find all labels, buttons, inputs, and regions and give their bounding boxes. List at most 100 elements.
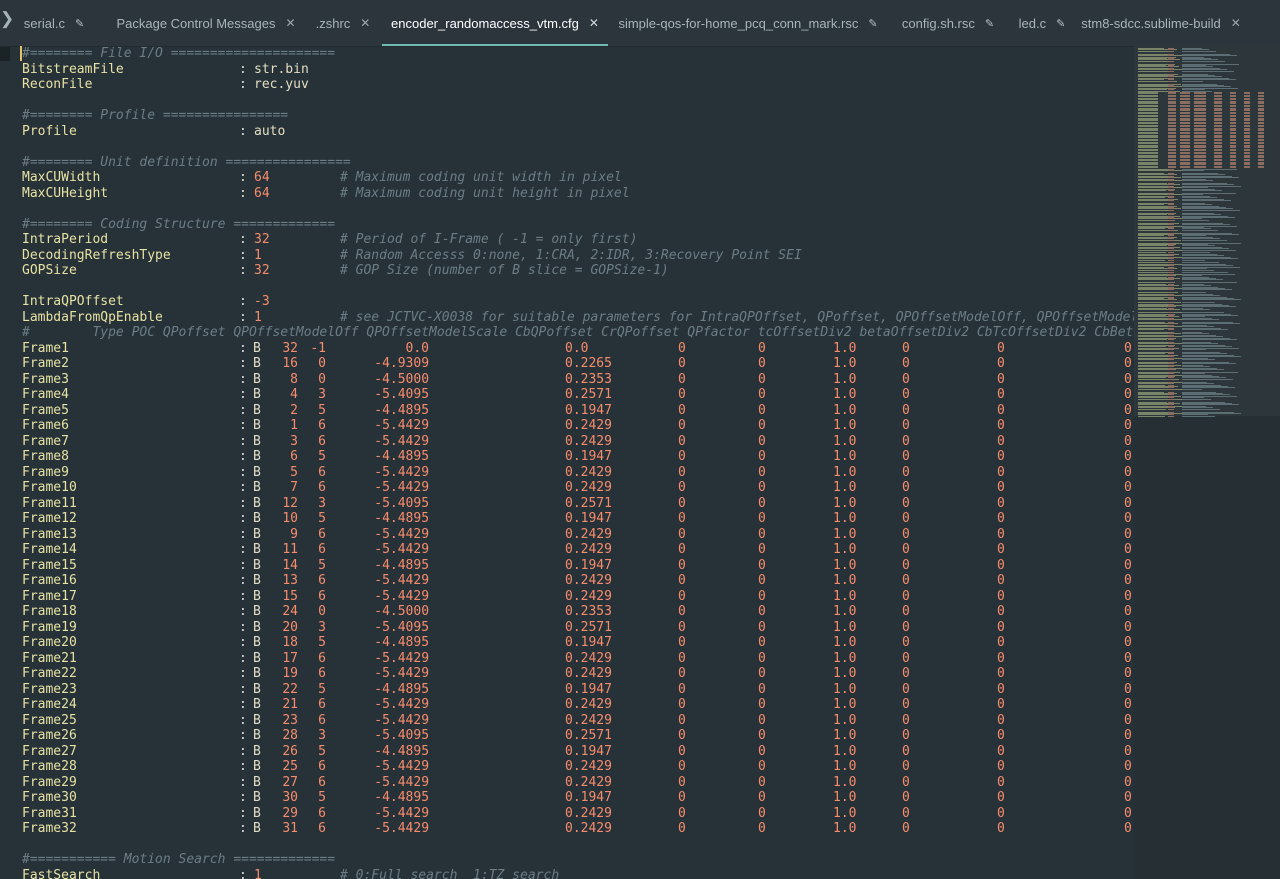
frame-zero-4: 0 xyxy=(1124,666,1132,681)
frame-model-scale: -4.5000 xyxy=(374,371,430,387)
close-icon[interactable]: ✕ xyxy=(285,16,295,30)
tab-config-sh-rsc[interactable]: config.sh.rsc ✎ xyxy=(888,0,1008,46)
frame-colon: : xyxy=(239,681,247,697)
frame-poc: 4 xyxy=(290,387,298,402)
minimap-line xyxy=(1182,239,1227,241)
frame-zero-2: 0 xyxy=(902,743,910,759)
tab-encoder-randomaccess-vtm-cfg[interactable]: encoder_randomaccess_vtm.cfg ✕ xyxy=(382,0,608,46)
frame-zero-2: 0 xyxy=(902,712,910,728)
frame-qpoffset: 5 xyxy=(318,635,326,650)
frame-zero-0: 0 xyxy=(678,480,686,495)
frame-poc: 24 xyxy=(282,604,299,619)
frame-colon: : xyxy=(239,464,247,480)
frame-zero-4: 0 xyxy=(1124,557,1132,573)
minimap-line xyxy=(1138,408,1166,410)
frame-colon: : xyxy=(239,743,247,759)
minimap[interactable] xyxy=(1134,46,1280,879)
frame-beta: 1.0 xyxy=(833,604,857,619)
frame-poc: 9 xyxy=(290,526,298,542)
frame-type: B xyxy=(253,511,261,526)
frame-zero-1: 0 xyxy=(758,743,766,759)
frame-zero-1: 0 xyxy=(758,805,766,821)
frame-beta: 1.0 xyxy=(833,681,857,697)
frame-qpfactor: 0.2429 xyxy=(565,433,612,449)
frame-zero-1: 0 xyxy=(758,542,766,557)
tab-led-c[interactable]: led.c ✎ xyxy=(1008,0,1076,46)
frame-poc: 21 xyxy=(282,697,299,712)
tab-package-control-messages[interactable]: Package Control Messages ✕ xyxy=(108,0,304,46)
frame-zero-3: 0 xyxy=(997,511,1005,526)
minimap-line xyxy=(1168,70,1174,72)
tab--zshrc[interactable]: .zshrc ✕ xyxy=(304,0,382,46)
minimap-line xyxy=(1182,398,1211,400)
frame-model-scale: -4.9309 xyxy=(374,356,430,371)
tab-serial-c[interactable]: serial.c ✎ xyxy=(0,0,108,46)
frame-beta: 1.0 xyxy=(833,666,857,681)
frame-zero-0: 0 xyxy=(678,697,686,712)
setting-comment: # see JCTVC-X0038 for suitable parameter… xyxy=(340,309,1134,325)
frame-zero-2: 0 xyxy=(902,433,910,449)
close-icon[interactable]: ✕ xyxy=(360,16,370,30)
frame-model-scale: -5.4095 xyxy=(374,495,430,511)
frame-qpoffset: 6 xyxy=(318,588,326,604)
frame-zero-4: 0 xyxy=(1124,495,1132,511)
frame-beta: 1.0 xyxy=(833,480,857,495)
minimap-line xyxy=(1138,339,1167,341)
setting-value: auto xyxy=(254,123,286,139)
frame-poc: 23 xyxy=(282,712,299,728)
minimap-line xyxy=(1182,368,1224,370)
frame-zero-3: 0 xyxy=(997,588,1005,604)
frame-type: B xyxy=(253,464,261,480)
frame-type: B xyxy=(253,743,261,759)
frame-name: Frame22 xyxy=(22,666,77,681)
frame-colon: : xyxy=(239,371,247,387)
frame-type: B xyxy=(253,402,261,418)
close-icon[interactable]: ✕ xyxy=(589,16,599,30)
tab-label: stm8-sdcc.sublime-build xyxy=(1081,15,1221,31)
frame-zero-1: 0 xyxy=(758,712,766,728)
frame-model-scale: -5.4429 xyxy=(374,433,430,449)
minimap-line xyxy=(1182,378,1233,380)
frame-zero-0: 0 xyxy=(678,666,686,681)
code-editor[interactable]: #======== File I/O =====================… xyxy=(0,46,1134,879)
close-icon[interactable]: ✕ xyxy=(1231,16,1241,30)
frame-type: B xyxy=(253,542,261,557)
frame-beta: 1.0 xyxy=(833,340,857,356)
frame-qpfactor: 0.2429 xyxy=(565,573,612,588)
tab-bar: ❯ serial.c ✎ Package Control Messages ✕ .zsh… xyxy=(0,0,1280,47)
frame-name: Frame23 xyxy=(22,681,77,697)
frame-model-scale: 0.0 xyxy=(405,340,430,356)
frame-poc: 31 xyxy=(282,821,299,836)
frame-zero-1: 0 xyxy=(758,635,766,650)
frame-zero-2: 0 xyxy=(902,371,910,387)
minimap-line xyxy=(1182,349,1206,351)
frame-poc: 18 xyxy=(282,635,299,650)
frame-zero-2: 0 xyxy=(902,495,910,511)
tab-stm8-sdcc-sublime-build[interactable]: stm8-sdcc.sublime-build ✕ xyxy=(1076,0,1246,46)
setting-key: DecodingRefreshType xyxy=(22,247,171,263)
frame-qpfactor: 0.2353 xyxy=(565,371,612,387)
frame-qpoffset: 6 xyxy=(318,526,326,542)
frame-zero-3: 0 xyxy=(997,821,1005,836)
minimap-line xyxy=(1182,180,1213,182)
minimap-line xyxy=(1182,80,1203,82)
tab-simple-qos-for-home-pcq-conn-mark-rsc[interactable]: simple-qos-for-home_pcq_conn_mark.rsc ✎ xyxy=(608,0,888,46)
frame-beta: 1.0 xyxy=(833,449,857,464)
frame-beta: 1.0 xyxy=(833,526,857,542)
frame-colon: : xyxy=(239,387,247,402)
frame-zero-2: 0 xyxy=(902,681,910,697)
frame-qpfactor: 0.1947 xyxy=(565,681,612,697)
frame-beta: 1.0 xyxy=(833,712,857,728)
frame-beta: 1.0 xyxy=(833,588,857,604)
frame-name: Frame1 xyxy=(22,340,69,356)
frame-zero-1: 0 xyxy=(758,666,766,681)
setting-value: 32 xyxy=(254,263,270,278)
frame-qpoffset: 3 xyxy=(318,619,326,635)
frame-qpfactor: 0.2571 xyxy=(565,387,612,402)
frame-zero-0: 0 xyxy=(678,635,686,650)
frame-poc: 26 xyxy=(282,743,299,759)
minimap-line xyxy=(1182,299,1241,301)
frame-zero-3: 0 xyxy=(997,805,1005,821)
frame-zero-0: 0 xyxy=(678,402,686,418)
minimap-line xyxy=(1182,269,1214,271)
